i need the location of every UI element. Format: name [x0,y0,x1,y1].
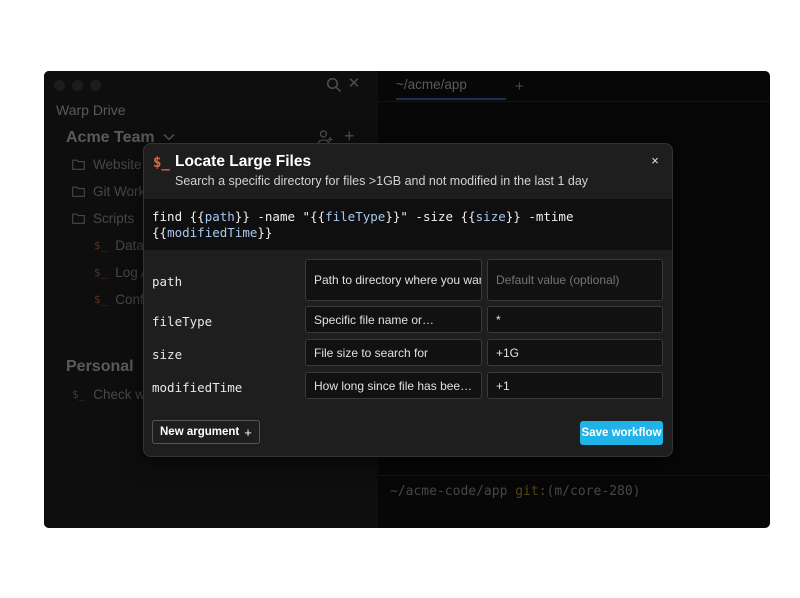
argument-name-size: size [152,347,182,362]
command-arg-modifiedtime: modifiedTime [167,225,257,240]
argument-description-size[interactable]: File size to search for [305,339,482,366]
new-argument-label: New argument [160,426,239,438]
command-arg-filetype: fileType [325,209,385,224]
argument-default-path[interactable] [487,259,663,301]
argument-description-modifiedtime[interactable]: How long since file has bee… [305,372,482,399]
workflow-icon: $_ [153,155,170,171]
argument-default-modifiedtime[interactable]: +1 [487,372,663,399]
command-editor[interactable]: find {{path}} -name "{{fileType}}" -size… [144,199,672,250]
command-segment: }} [257,225,272,240]
workflow-title[interactable]: Locate Large Files [175,153,311,171]
save-workflow-button[interactable]: Save workflow [580,421,663,445]
command-segment: }} -name "{{ [235,209,325,224]
workflow-modal: $_ Locate Large Files Search a specific … [143,143,673,457]
command-arg-size: size [476,209,506,224]
argument-name-modifiedtime: modifiedTime [152,380,242,395]
command-arg-path: path [205,209,235,224]
plus-icon: + [244,425,252,440]
argument-name-path: path [152,274,182,289]
new-argument-button[interactable]: New argument + [152,420,260,444]
argument-default-size[interactable]: +1G [487,339,663,366]
command-text[interactable]: find {{path}} -name "{{fileType}}" -size… [152,209,662,241]
command-segment: }}" -size {{ [385,209,475,224]
workflow-description[interactable]: Search a specific directory for files >1… [175,174,588,188]
argument-description-path[interactable]: Path to directory where you want to star… [305,259,482,301]
command-segment: find {{ [152,209,205,224]
argument-name-filetype: fileType [152,314,212,329]
argument-description-filetype[interactable]: Specific file name or… [305,306,482,333]
close-icon[interactable]: × [649,153,661,168]
argument-default-filetype[interactable]: * [487,306,663,333]
